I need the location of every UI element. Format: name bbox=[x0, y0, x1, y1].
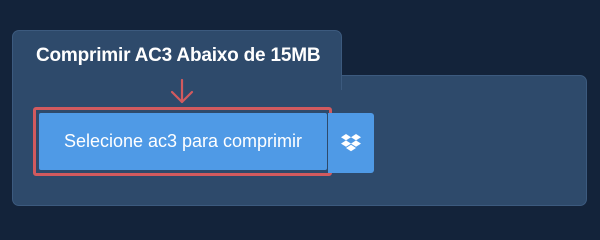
dropbox-icon bbox=[341, 134, 361, 152]
arrow-down-icon bbox=[170, 78, 194, 104]
select-file-label: Selecione ac3 para comprimir bbox=[63, 131, 303, 151]
page-title: Comprimir AC3 Abaixo de 15MB bbox=[36, 45, 321, 66]
select-file-button[interactable]: Selecione ac3 para comprimir bbox=[39, 113, 327, 170]
dropbox-button[interactable] bbox=[328, 113, 374, 173]
compressor-widget: Comprimir AC3 Abaixo de 15MB Selecione a… bbox=[0, 0, 600, 230]
tab-seam bbox=[13, 74, 341, 77]
